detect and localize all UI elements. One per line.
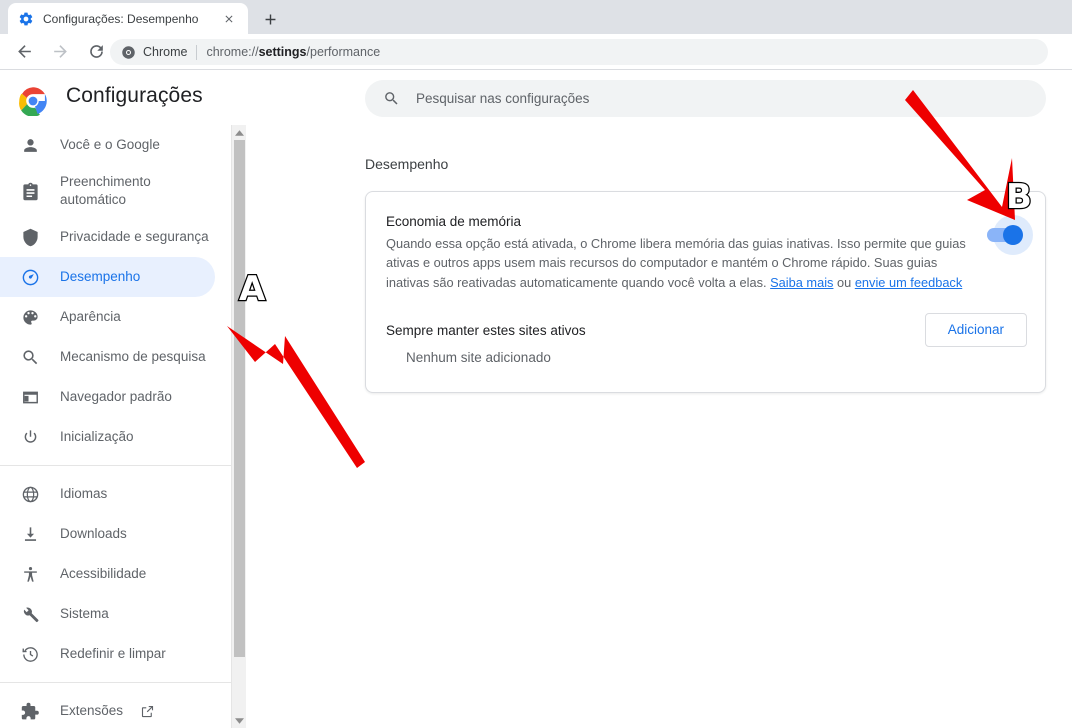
scroll-up-arrow-icon[interactable] — [232, 125, 246, 140]
sidebar-item-idiomas[interactable]: Idiomas — [0, 474, 215, 514]
scroll-down-arrow-icon[interactable] — [232, 713, 246, 728]
tab-title: Configurações: Desempenho — [43, 11, 199, 26]
sidebar-item-aparencia[interactable]: Aparência — [0, 297, 215, 337]
url-prefix: chrome:// — [206, 45, 259, 59]
page-title: Configurações — [66, 84, 203, 107]
close-icon[interactable] — [220, 10, 238, 28]
description-conjunction: ou — [833, 274, 855, 290]
sidebar-item-label: Privacidade e segurança — [60, 228, 209, 244]
sidebar-item-redefinir-e-limpar[interactable]: Redefinir e limpar — [0, 634, 215, 674]
omnibox-separator — [196, 44, 198, 60]
sidebar-item-label: Desempenho — [60, 268, 141, 284]
settings-sidebar: Você e o Google Preenchimento automático… — [0, 125, 232, 728]
sidebar-item-extensoes[interactable]: Extensões — [0, 691, 215, 728]
search-settings-box[interactable]: Pesquisar nas configurações — [365, 80, 1046, 117]
globe-icon — [20, 484, 40, 504]
reload-button[interactable] — [82, 38, 110, 66]
accessibility-icon — [20, 564, 40, 584]
clipboard-icon — [20, 181, 40, 201]
sidebar-item-label: Sistema — [60, 605, 109, 621]
search-input[interactable]: Pesquisar nas configurações — [416, 91, 589, 106]
forward-button[interactable] — [46, 38, 74, 66]
annotation-label-b: B — [1005, 177, 1033, 217]
sidebar-item-label: Mecanismo de pesquisa — [60, 348, 206, 364]
sidebar-item-label: Redefinir e limpar — [60, 645, 166, 661]
sidebar-item-label: Idiomas — [60, 485, 108, 501]
sidebar-scrollbar-thumb[interactable] — [234, 140, 245, 657]
browser-window-icon — [20, 387, 40, 407]
extension-icon — [20, 701, 40, 721]
download-icon — [20, 524, 40, 544]
learn-more-link[interactable]: Saiba mais — [770, 275, 833, 290]
tab-strip: Configurações: Desempenho — [0, 0, 1072, 34]
sidebar-item-mecanismo-de-pesquisa[interactable]: Mecanismo de pesquisa — [0, 337, 215, 377]
gear-icon — [18, 11, 34, 27]
sidebar-item-label: Inicialização — [60, 428, 134, 444]
new-tab-button[interactable] — [258, 7, 282, 31]
shield-icon — [20, 227, 40, 247]
history-restore-icon — [20, 644, 40, 664]
palette-icon — [20, 307, 40, 327]
browser-tab[interactable]: Configurações: Desempenho — [8, 3, 248, 34]
memory-saver-description: Quando essa opção está ativada, o Chrome… — [386, 234, 974, 292]
sidebar-item-acessibilidade[interactable]: Acessibilidade — [0, 554, 215, 594]
sidebar-item-privacidade-e-seguranca[interactable]: Privacidade e segurança — [0, 217, 215, 257]
chrome-logo-icon — [18, 86, 48, 117]
chrome-icon — [121, 45, 136, 60]
sidebar-item-label: Aparência — [60, 308, 121, 324]
sidebar-item-sistema[interactable]: Sistema — [0, 594, 215, 634]
memory-saver-title: Economia de memória — [386, 214, 522, 229]
power-icon — [20, 427, 40, 447]
sidebar-item-label: Extensões — [60, 702, 124, 718]
send-feedback-link[interactable]: envie um feedback — [855, 275, 962, 290]
sidebar-item-downloads[interactable]: Downloads — [0, 514, 215, 554]
browser-toolbar: Chrome chrome://settings/performance — [0, 34, 1072, 70]
memory-saver-toggle[interactable] — [987, 215, 1033, 255]
annotation-label-a: A — [238, 269, 267, 309]
sidebar-item-navegador-padrao[interactable]: Navegador padrão — [0, 377, 215, 417]
memory-saver-row: Economia de memória Quando essa opção es… — [366, 192, 1045, 292]
person-icon — [20, 135, 40, 155]
address-bar[interactable]: Chrome chrome://settings/performance — [110, 39, 1048, 65]
sidebar-item-label: Navegador padrão — [60, 388, 172, 404]
url-suffix: /performance — [306, 45, 381, 59]
back-button[interactable] — [10, 38, 38, 66]
wrench-icon — [20, 604, 40, 624]
sidebar-item-inicializacao[interactable]: Inicialização — [0, 417, 215, 457]
toggle-knob — [1003, 225, 1023, 245]
open-in-new-icon — [137, 701, 157, 721]
omnibox-chip-label: Chrome — [143, 45, 188, 59]
browser-window: Configurações: Desempenho Chrome chrome:… — [0, 0, 1072, 728]
speedometer-icon — [20, 267, 40, 287]
omnibox-url: chrome://settings/performance — [206, 45, 380, 59]
sidebar-item-voce-e-o-google[interactable]: Você e o Google — [0, 125, 215, 165]
add-site-button[interactable]: Adicionar — [924, 313, 1027, 347]
section-title: Desempenho — [365, 156, 449, 172]
sidebar-item-label: Downloads — [60, 525, 127, 541]
empty-sites-message: Nenhum site adicionado — [406, 350, 551, 365]
settings-main-content: Desempenho Economia de memória Quando es… — [247, 125, 1072, 728]
sidebar-item-label: Acessibilidade — [60, 565, 147, 581]
url-bold-part: settings — [258, 45, 307, 59]
sidebar-item-preenchimento-automatico[interactable]: Preenchimento automático — [0, 165, 215, 217]
keep-sites-active-label: Sempre manter estes sites ativos — [386, 322, 586, 338]
sidebar-item-label: Você e o Google — [60, 136, 160, 152]
search-icon — [20, 347, 40, 367]
memory-saver-card: Economia de memória Quando essa opção es… — [365, 191, 1046, 393]
sidebar-item-desempenho[interactable]: Desempenho — [0, 257, 215, 297]
sidebar-divider — [0, 465, 231, 466]
sidebar-item-label: Preenchimento automático — [60, 173, 151, 207]
search-icon — [383, 90, 400, 107]
sidebar-divider — [0, 682, 231, 683]
keep-sites-active-row: Sempre manter estes sites ativos Adicion… — [366, 304, 1047, 356]
